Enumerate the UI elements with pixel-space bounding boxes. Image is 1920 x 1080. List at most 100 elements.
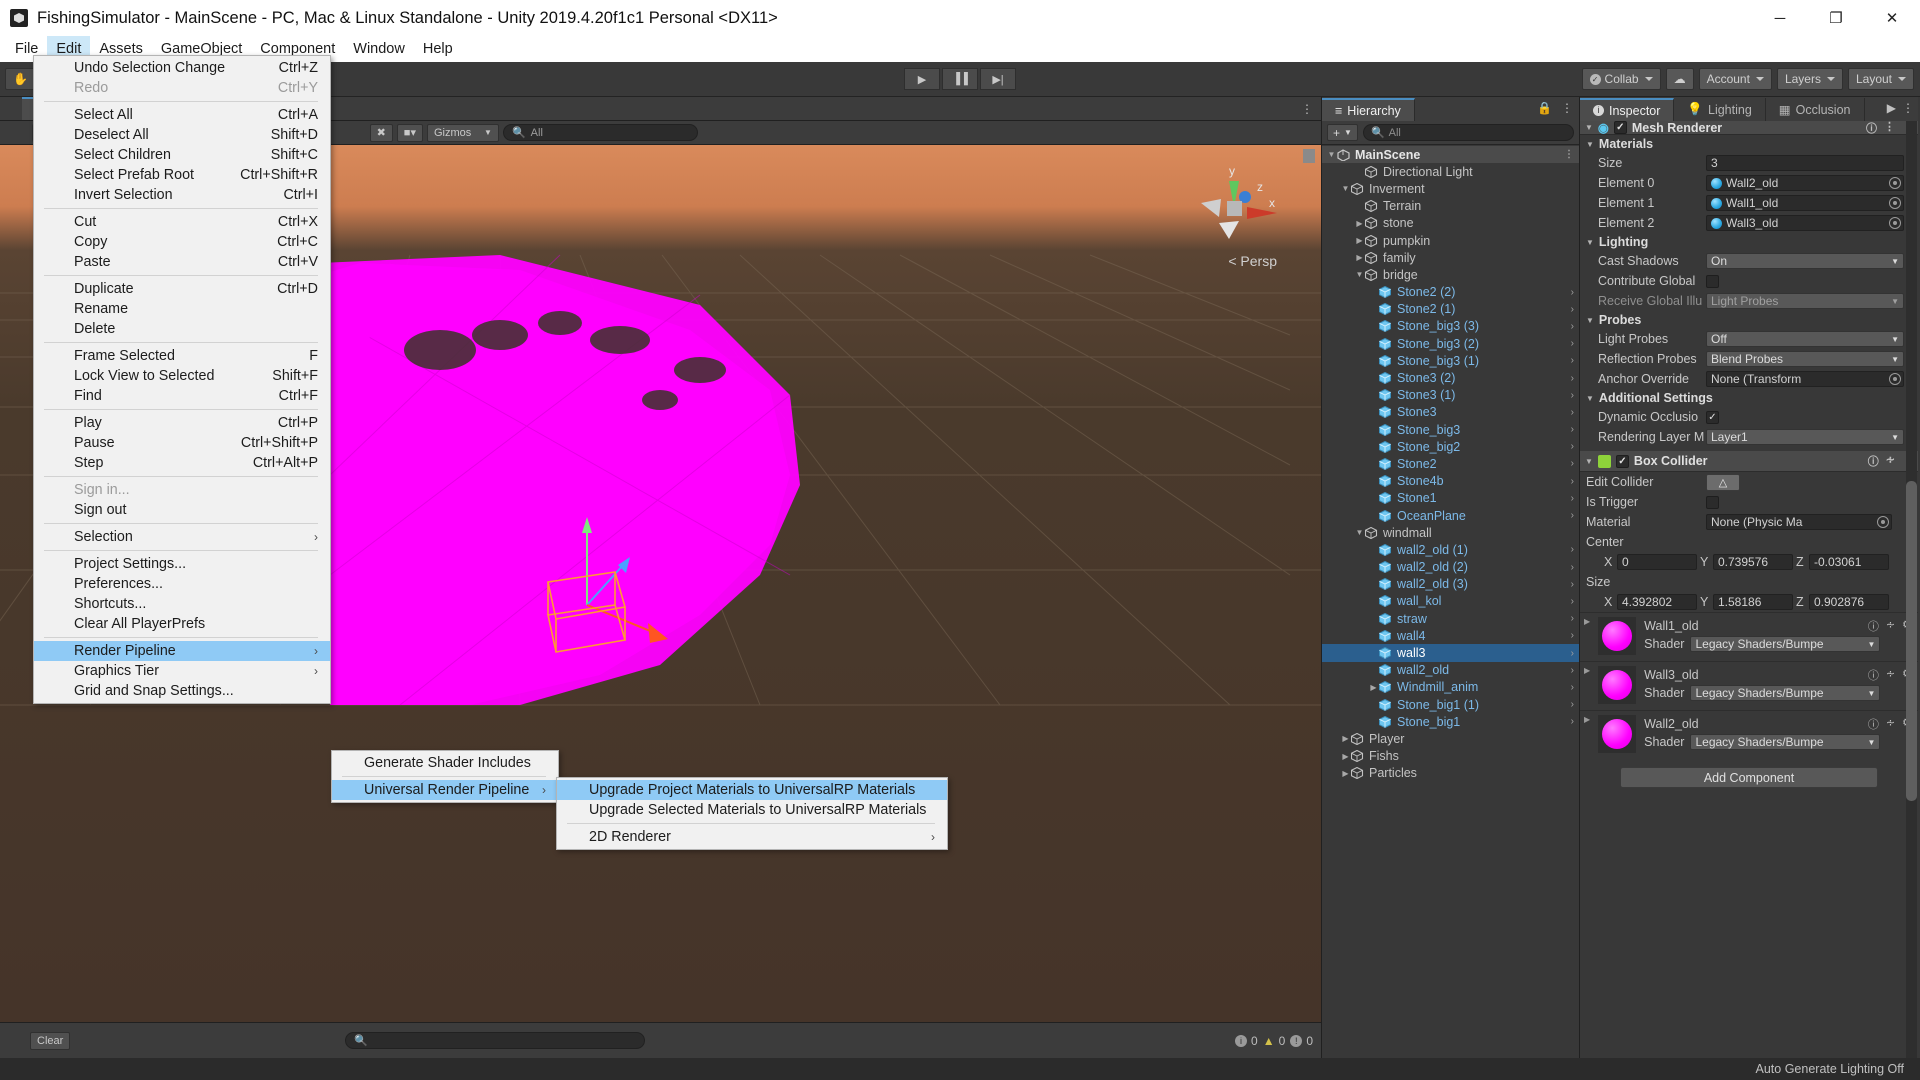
chevron-right-icon[interactable]: › [1571, 562, 1574, 573]
menu-item-pause[interactable]: Pause Ctrl+Shift+P [34, 433, 330, 453]
menu-item-clear-all-playerprefs[interactable]: Clear All PlayerPrefs [34, 614, 330, 634]
triangle-down-icon[interactable]: ▼ [1586, 316, 1594, 325]
menu-item-selection[interactable]: Selection › [34, 527, 330, 547]
gizmos-dropdown[interactable]: Gizmos ▼ [426, 123, 499, 142]
hierarchy-item-stone1[interactable]: Stone1 › [1322, 490, 1579, 507]
box-collider-enabled-checkbox[interactable]: ✓ [1615, 454, 1629, 468]
hierarchy-item-particles[interactable]: ▶ Particles [1322, 765, 1579, 782]
hierarchy-item-pumpkin[interactable]: ▶ pumpkin [1322, 232, 1579, 249]
mesh-renderer-enabled-checkbox[interactable]: ✓ [1613, 121, 1627, 134]
triangle-down-icon[interactable]: ▼ [1585, 123, 1593, 132]
center-y-input[interactable]: 0.739576 [1713, 554, 1793, 570]
chevron-right-icon[interactable]: › [1571, 596, 1574, 607]
hierarchy-item-wall2-old-3[interactable]: wall2_old (3) › [1322, 576, 1579, 593]
hierarchy-item-wall3[interactable]: wall3 › [1322, 644, 1579, 662]
center-x-input[interactable]: 0 [1617, 554, 1697, 570]
chevron-right-icon[interactable]: › [1571, 648, 1574, 659]
size-x-input[interactable]: 4.392802 [1617, 594, 1697, 610]
hierarchy-item-stone-big1[interactable]: Stone_big1 › [1322, 713, 1579, 730]
anchor-override-objectfield[interactable]: None (Transform [1706, 371, 1904, 387]
kebab-icon[interactable]: ⋮ [1561, 101, 1573, 115]
preset-icon[interactable]: ∻ [1886, 716, 1895, 732]
hierarchy-item-windmill-anim[interactable]: ▶ Windmill_anim › [1322, 679, 1579, 696]
menu-item-select-prefab-root[interactable]: Select Prefab Root Ctrl+Shift+R [34, 165, 330, 185]
menu-item-graphics-tier[interactable]: Graphics Tier › [34, 661, 330, 681]
chevron-right-icon[interactable]: › [1571, 476, 1574, 487]
menu-item-project-settings[interactable]: Project Settings... [34, 554, 330, 574]
hierarchy-item-windmall[interactable]: ▼ windmall [1322, 524, 1579, 541]
triangle-down-icon[interactable]: ▼ [1586, 140, 1594, 149]
triangle-right-icon[interactable]: ▶ [1354, 236, 1365, 245]
hierarchy-item-stone-big3[interactable]: Stone_big3 › [1322, 421, 1579, 438]
menu-item-delete[interactable]: Delete [34, 319, 330, 339]
overflow-arrow-icon[interactable]: ▶ [1887, 101, 1896, 115]
chevron-right-icon[interactable]: › [1571, 287, 1574, 298]
hierarchy-item-fishs[interactable]: ▶ Fishs [1322, 748, 1579, 765]
hierarchy-item-oceanplane[interactable]: OceanPlane › [1322, 507, 1579, 524]
box-collider-header[interactable]: ▼ ✓ Box Collider ⓘ ∻ ⋮ [1580, 451, 1918, 472]
additional-settings-title[interactable]: ▼ Additional Settings [1580, 389, 1918, 407]
hierarchy-item-family[interactable]: ▶ family [1322, 249, 1579, 266]
menu-window[interactable]: Window [344, 36, 414, 62]
is-trigger-checkbox[interactable] [1706, 495, 1719, 509]
preset-icon[interactable]: ∻ [1886, 618, 1895, 634]
shader-dropdown[interactable]: Legacy Shaders/Bumpe ▼ [1690, 636, 1881, 652]
menu-item-lock-view-to-selected[interactable]: Lock View to Selected Shift+F [34, 366, 330, 386]
chevron-right-icon[interactable]: › [1571, 579, 1574, 590]
rendering-layer-dropdown[interactable]: Layer1 ▼ [1706, 429, 1904, 445]
object-picker-icon[interactable] [1889, 373, 1901, 385]
menu-item-rename[interactable]: Rename [34, 299, 330, 319]
object-picker-icon[interactable] [1889, 177, 1901, 189]
help-icon[interactable]: ⓘ [1868, 667, 1879, 683]
menu-item-upgrade-project-materials-to-universalrp-materials[interactable]: Upgrade Project Materials to UniversalRP… [557, 780, 947, 800]
object-picker-icon[interactable] [1889, 197, 1901, 209]
element-0-objectfield[interactable]: Wall2_old [1706, 175, 1904, 191]
scene-layers-icon[interactable]: ■▾ [396, 123, 423, 142]
menu-item-generate-shader-includes[interactable]: Generate Shader Includes [332, 753, 558, 773]
menu-item-upgrade-selected-materials-to-universalrp-materials[interactable]: Upgrade Selected Materials to UniversalR… [557, 800, 947, 820]
pause-button[interactable]: ▐▐ [942, 68, 978, 90]
hierarchy-item-stone2-1[interactable]: Stone2 (1) › [1322, 301, 1579, 318]
tab-hierarchy[interactable]: ≡ Hierarchy [1322, 98, 1415, 121]
triangle-down-icon[interactable]: ▼ [1586, 394, 1594, 403]
materials-section-title[interactable]: ▼ Materials [1580, 135, 1918, 153]
inspector-scrollbar-thumb[interactable] [1906, 481, 1917, 801]
triangle-right-icon[interactable]: ▶ [1354, 253, 1365, 262]
size-input[interactable]: 3 [1706, 155, 1904, 171]
hierarchy-item-directional-light[interactable]: Directional Light [1322, 163, 1579, 180]
menu-item-duplicate[interactable]: Duplicate Ctrl+D [34, 279, 330, 299]
chevron-right-icon[interactable]: › [1571, 407, 1574, 418]
collab-button[interactable]: ✓ Collab [1581, 68, 1661, 90]
triangle-down-icon[interactable]: ▼ [1354, 528, 1365, 537]
menu-item-step[interactable]: Step Ctrl+Alt+P [34, 453, 330, 473]
kebab-icon[interactable]: ⋮ [1564, 149, 1574, 160]
hierarchy-item-stone[interactable]: ▶ stone [1322, 215, 1579, 232]
menu-item-paste[interactable]: Paste Ctrl+V [34, 252, 330, 272]
edit-dropdown-menu[interactable]: Undo Selection Change Ctrl+Z Redo Ctrl+Y Sel… [33, 55, 331, 704]
cast-shadows-dropdown[interactable]: On ▼ [1706, 253, 1904, 269]
collider-material-objectfield[interactable]: None (Physic Ma [1706, 514, 1892, 530]
menu-item-invert-selection[interactable]: Invert Selection Ctrl+I [34, 185, 330, 205]
kebab-icon[interactable]: ⋮ [1902, 101, 1914, 115]
probes-section-title[interactable]: ▼ Probes [1580, 311, 1918, 329]
edit-collider-button[interactable]: △ [1706, 473, 1740, 491]
hierarchy-item-terrain[interactable]: Terrain [1322, 198, 1579, 215]
console-error-count[interactable]: ! 0 [1290, 1034, 1313, 1048]
triangle-right-icon[interactable]: ▶ [1584, 715, 1590, 724]
menu-item-2d-renderer[interactable]: 2D Renderer › [557, 827, 947, 847]
chevron-right-icon[interactable]: › [1571, 355, 1574, 366]
scene-gizmo-lock-icon[interactable] [1303, 149, 1315, 163]
triangle-right-icon[interactable]: ▶ [1354, 219, 1365, 228]
hand-tool-icon[interactable]: ✋ [5, 68, 36, 90]
hierarchy-item-wall2-old-1[interactable]: wall2_old (1) › [1322, 541, 1579, 558]
scene-projection-label[interactable]: < Persp [1228, 253, 1277, 269]
chevron-right-icon[interactable]: › [1571, 699, 1574, 710]
inspector-body[interactable]: ▼ ◉ ✓ Mesh Renderer ⓘ ⋮ ⋮ ▼ Materials Si… [1580, 121, 1918, 1058]
console-search-input[interactable]: 🔍 [345, 1032, 646, 1049]
chevron-right-icon[interactable]: › [1571, 630, 1574, 641]
menu-item-play[interactable]: Play Ctrl+P [34, 413, 330, 433]
help-icon[interactable]: ⓘ [1866, 121, 1877, 135]
chevron-right-icon[interactable]: › [1571, 510, 1574, 521]
scene-panel-menu-icon[interactable]: ⋮ [1301, 102, 1313, 116]
chevron-right-icon[interactable]: › [1571, 321, 1574, 332]
